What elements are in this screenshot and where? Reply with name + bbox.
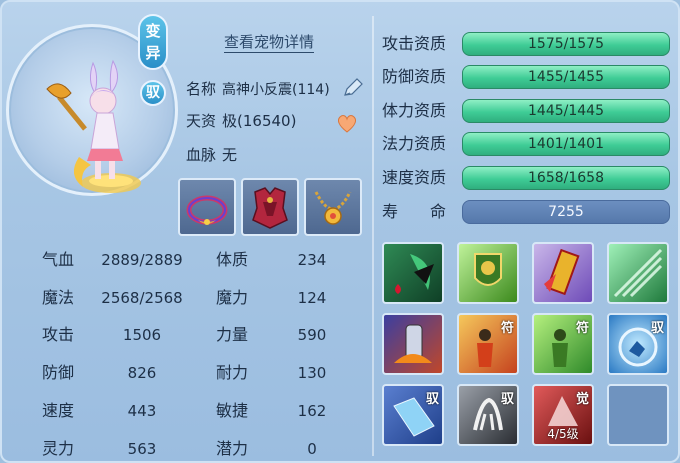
pet-bloodline-row: 血脉无 <box>186 144 237 166</box>
skill-slot-6[interactable]: 符 <box>457 313 519 375</box>
skill-tag: 符 <box>500 321 514 336</box>
skill-tag: 符 <box>575 321 589 336</box>
stat-label-speed: 速度 <box>42 401 75 420</box>
stat-value-spirit: 563 <box>127 440 157 458</box>
aptitude-bar-speed: 1658/1658 <box>462 166 670 190</box>
necklace-icon <box>314 191 352 225</box>
skill-slot-8[interactable]: 驭 <box>607 313 669 375</box>
talent-label: 天资 <box>186 112 217 130</box>
blood-drop-skill-icon <box>395 254 434 294</box>
life-label: 寿 命 <box>382 202 447 221</box>
aptitude-label-defense: 防御资质 <box>382 67 447 86</box>
aptitude-bar-stamina: 1445/1445 <box>462 99 670 123</box>
variant-badge-text: 变异 <box>145 22 161 62</box>
aptitude-label-attack: 攻击资质 <box>382 34 447 53</box>
shield-skill-icon <box>474 253 502 286</box>
stat-label-mp: 魔法 <box>42 288 75 307</box>
talent-value: 极(16540) <box>222 112 297 130</box>
talisman-skill-icon <box>544 248 580 296</box>
skill-slot-7[interactable]: 符 <box>532 313 594 375</box>
armor-skill-icon <box>394 324 432 363</box>
pet-name-row: 名称 高神小反震(114) <box>186 78 330 100</box>
collar-icon <box>186 195 228 225</box>
stat-label-magic: 魔力 <box>216 288 249 307</box>
pet-panel: 变异 驭 查看宠物详情 名称 高神小反震(114) 天资 极(16540) 血脉无 <box>0 0 680 463</box>
skill-tag: 驭 <box>500 392 514 407</box>
aptitude-bar-magic: 1401/1401 <box>462 132 670 156</box>
skill-tag: 驭 <box>425 392 439 407</box>
skill-slot-5[interactable] <box>382 313 444 375</box>
aptitude-label-speed: 速度资质 <box>382 168 447 187</box>
stat-label-defense: 防御 <box>42 363 75 382</box>
stat-value-hp: 2889/2889 <box>101 251 183 269</box>
stat-value-mp: 2568/2568 <box>101 289 183 307</box>
name-value: 高神小反震(114) <box>222 82 330 98</box>
stat-label-strength: 力量 <box>216 325 249 344</box>
stat-value-attack: 1506 <box>122 326 162 344</box>
stat-value-potential: 0 <box>307 440 317 458</box>
name-label: 名称 <box>186 80 217 98</box>
stat-label-attack: 攻击 <box>42 325 75 344</box>
equipment-slot-collar[interactable] <box>178 178 236 236</box>
view-pet-details-link[interactable]: 查看宠物详情 <box>224 32 315 53</box>
stat-value-constitution: 234 <box>297 251 327 269</box>
skill-slot-4[interactable] <box>607 242 669 304</box>
skill-tag: 驭 <box>650 321 664 336</box>
stat-value-strength: 590 <box>297 326 327 344</box>
aptitude-bar-defense: 1455/1455 <box>462 65 670 89</box>
aptitude-bar-attack: 1575/1575 <box>462 32 670 56</box>
stat-value-endurance: 130 <box>297 364 327 382</box>
bloodline-value: 无 <box>222 146 238 164</box>
skill-level: 4/5级 <box>547 427 579 441</box>
stat-value-defense: 826 <box>127 364 157 382</box>
aptitude-label-stamina: 体力资质 <box>382 101 447 120</box>
pet-figure-icon <box>46 59 141 193</box>
pet-talent-row: 天资 极(16540) <box>186 110 296 132</box>
bloodline-label: 血脉 <box>186 146 217 164</box>
stat-label-agility: 敏捷 <box>216 401 249 420</box>
skill-slot-empty[interactable] <box>607 384 669 446</box>
wind-skill-icon <box>613 248 663 298</box>
skill-slot-9[interactable]: 驭 <box>382 384 444 446</box>
skill-slot-1[interactable] <box>382 242 444 304</box>
skill-slot-10[interactable]: 驭 <box>457 384 519 446</box>
stat-value-magic: 124 <box>297 289 327 307</box>
aptitude-label-magic: 法力资质 <box>382 134 447 153</box>
column-divider <box>372 16 374 456</box>
skill-slot-3[interactable] <box>532 242 594 304</box>
equipment-slot-necklace[interactable] <box>304 178 362 236</box>
stat-label-spirit: 灵力 <box>42 439 75 458</box>
stat-value-speed: 443 <box>127 402 157 420</box>
heart-icon[interactable] <box>336 114 358 134</box>
skill-slot-2[interactable] <box>457 242 519 304</box>
tame-badge: 驭 <box>140 80 166 106</box>
skill-slot-11[interactable]: 觉 4/5级 <box>532 384 594 446</box>
stat-label-hp: 气血 <box>42 250 75 269</box>
variant-badge: 变异 <box>138 14 168 70</box>
stat-value-agility: 162 <box>297 402 327 420</box>
stat-label-potential: 潜力 <box>216 439 249 458</box>
armor-icon <box>252 187 288 229</box>
life-bar: 7255 <box>462 200 670 224</box>
stat-label-endurance: 耐力 <box>216 363 249 382</box>
skill-tag: 觉 <box>575 392 589 407</box>
pencil-edit-icon[interactable] <box>342 78 364 98</box>
equipment-slot-armor[interactable] <box>241 178 299 236</box>
stat-label-constitution: 体质 <box>216 250 249 269</box>
